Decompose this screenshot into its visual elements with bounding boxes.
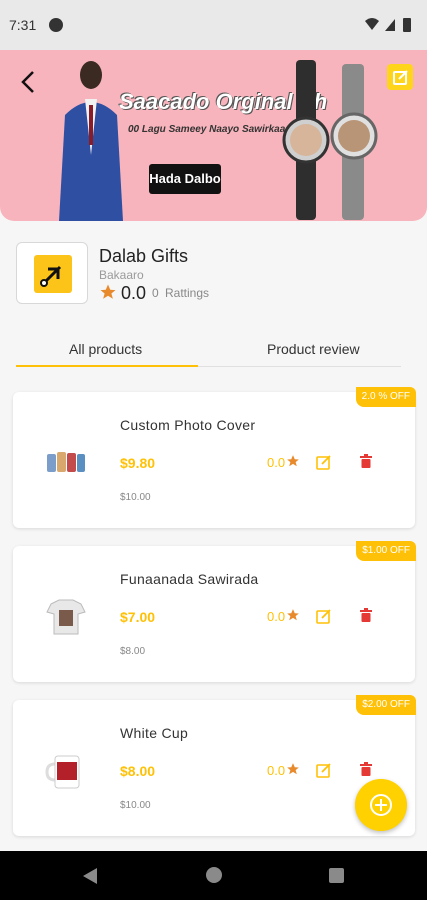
signal-icon	[385, 19, 395, 31]
delete-icon[interactable]	[360, 608, 372, 622]
product-card[interactable]: 2.0 % OFF Custom Photo Cover $9.80 $10.0…	[13, 387, 416, 528]
product-price: $9.80	[120, 455, 156, 471]
system-status-icons	[365, 18, 411, 32]
back-arrow-icon[interactable]	[14, 67, 44, 97]
edit-banner-button[interactable]	[387, 64, 413, 90]
delete-icon[interactable]	[360, 454, 372, 468]
status-time: 7:31	[9, 17, 37, 33]
star-icon	[287, 455, 299, 467]
wifi-icon	[365, 18, 379, 30]
tab-all-products[interactable]: All products	[69, 341, 142, 357]
product-thumbnail	[47, 452, 85, 472]
banner-watches-image	[282, 60, 378, 220]
product-thumbnail	[46, 599, 86, 635]
notification-icon	[49, 18, 63, 32]
discount-badge: $2.00 OFF	[356, 695, 416, 715]
star-icon	[100, 284, 116, 299]
banner-model-image	[59, 61, 123, 221]
product-rating: 0.0	[267, 763, 286, 778]
discount-badge: $1.00 OFF	[356, 541, 416, 561]
edit-icon[interactable]	[315, 761, 333, 779]
store-logo-mark	[34, 255, 72, 293]
nav-back-icon[interactable]	[82, 867, 98, 885]
product-old-price: $10.00	[120, 492, 151, 503]
product-rating: 0.0	[267, 609, 286, 624]
product-old-price: $10.00	[120, 800, 151, 811]
product-thumbnail	[45, 755, 80, 789]
delete-icon[interactable]	[360, 762, 372, 776]
product-name: White Cup	[120, 725, 189, 741]
nav-home-icon[interactable]	[206, 867, 222, 883]
add-product-button[interactable]	[355, 779, 407, 831]
product-name: Funaanada Sawirada	[120, 571, 259, 587]
edit-icon[interactable]	[315, 453, 333, 471]
battery-icon	[403, 18, 411, 32]
store-logo	[16, 242, 88, 304]
product-card[interactable]: $2.00 OFF White Cup $8.00 $10.00 0.0	[13, 695, 416, 836]
star-icon	[287, 609, 299, 621]
store-rating-count: 0	[152, 286, 159, 300]
product-price: $7.00	[120, 609, 156, 625]
active-tab-indicator	[16, 365, 198, 367]
star-icon	[287, 763, 299, 775]
store-name: Dalab Gifts	[99, 246, 189, 266]
discount-badge: 2.0 % OFF	[355, 387, 416, 407]
tab-product-review[interactable]: Product review	[267, 341, 360, 357]
store-location: Bakaaro	[99, 268, 144, 282]
edit-icon[interactable]	[315, 607, 333, 625]
product-price: $8.00	[120, 763, 156, 779]
status-bar: 7:31	[0, 0, 427, 50]
product-old-price: $8.00	[120, 646, 146, 657]
banner-order-button[interactable]: Hada Dalbo	[149, 164, 221, 194]
banner-subtitle: 00 Lagu Sameey Naayo Sawirkaaga	[128, 124, 297, 135]
product-rating: 0.0	[267, 455, 286, 470]
nav-recent-apps-icon[interactable]	[329, 868, 344, 883]
product-name: Custom Photo Cover	[120, 417, 256, 433]
store-rating: 0.0	[121, 283, 147, 303]
product-card[interactable]: $1.00 OFF Funaanada Sawirada $7.00 $8.00…	[13, 541, 416, 682]
store-rating-label: Rattings	[165, 286, 210, 300]
